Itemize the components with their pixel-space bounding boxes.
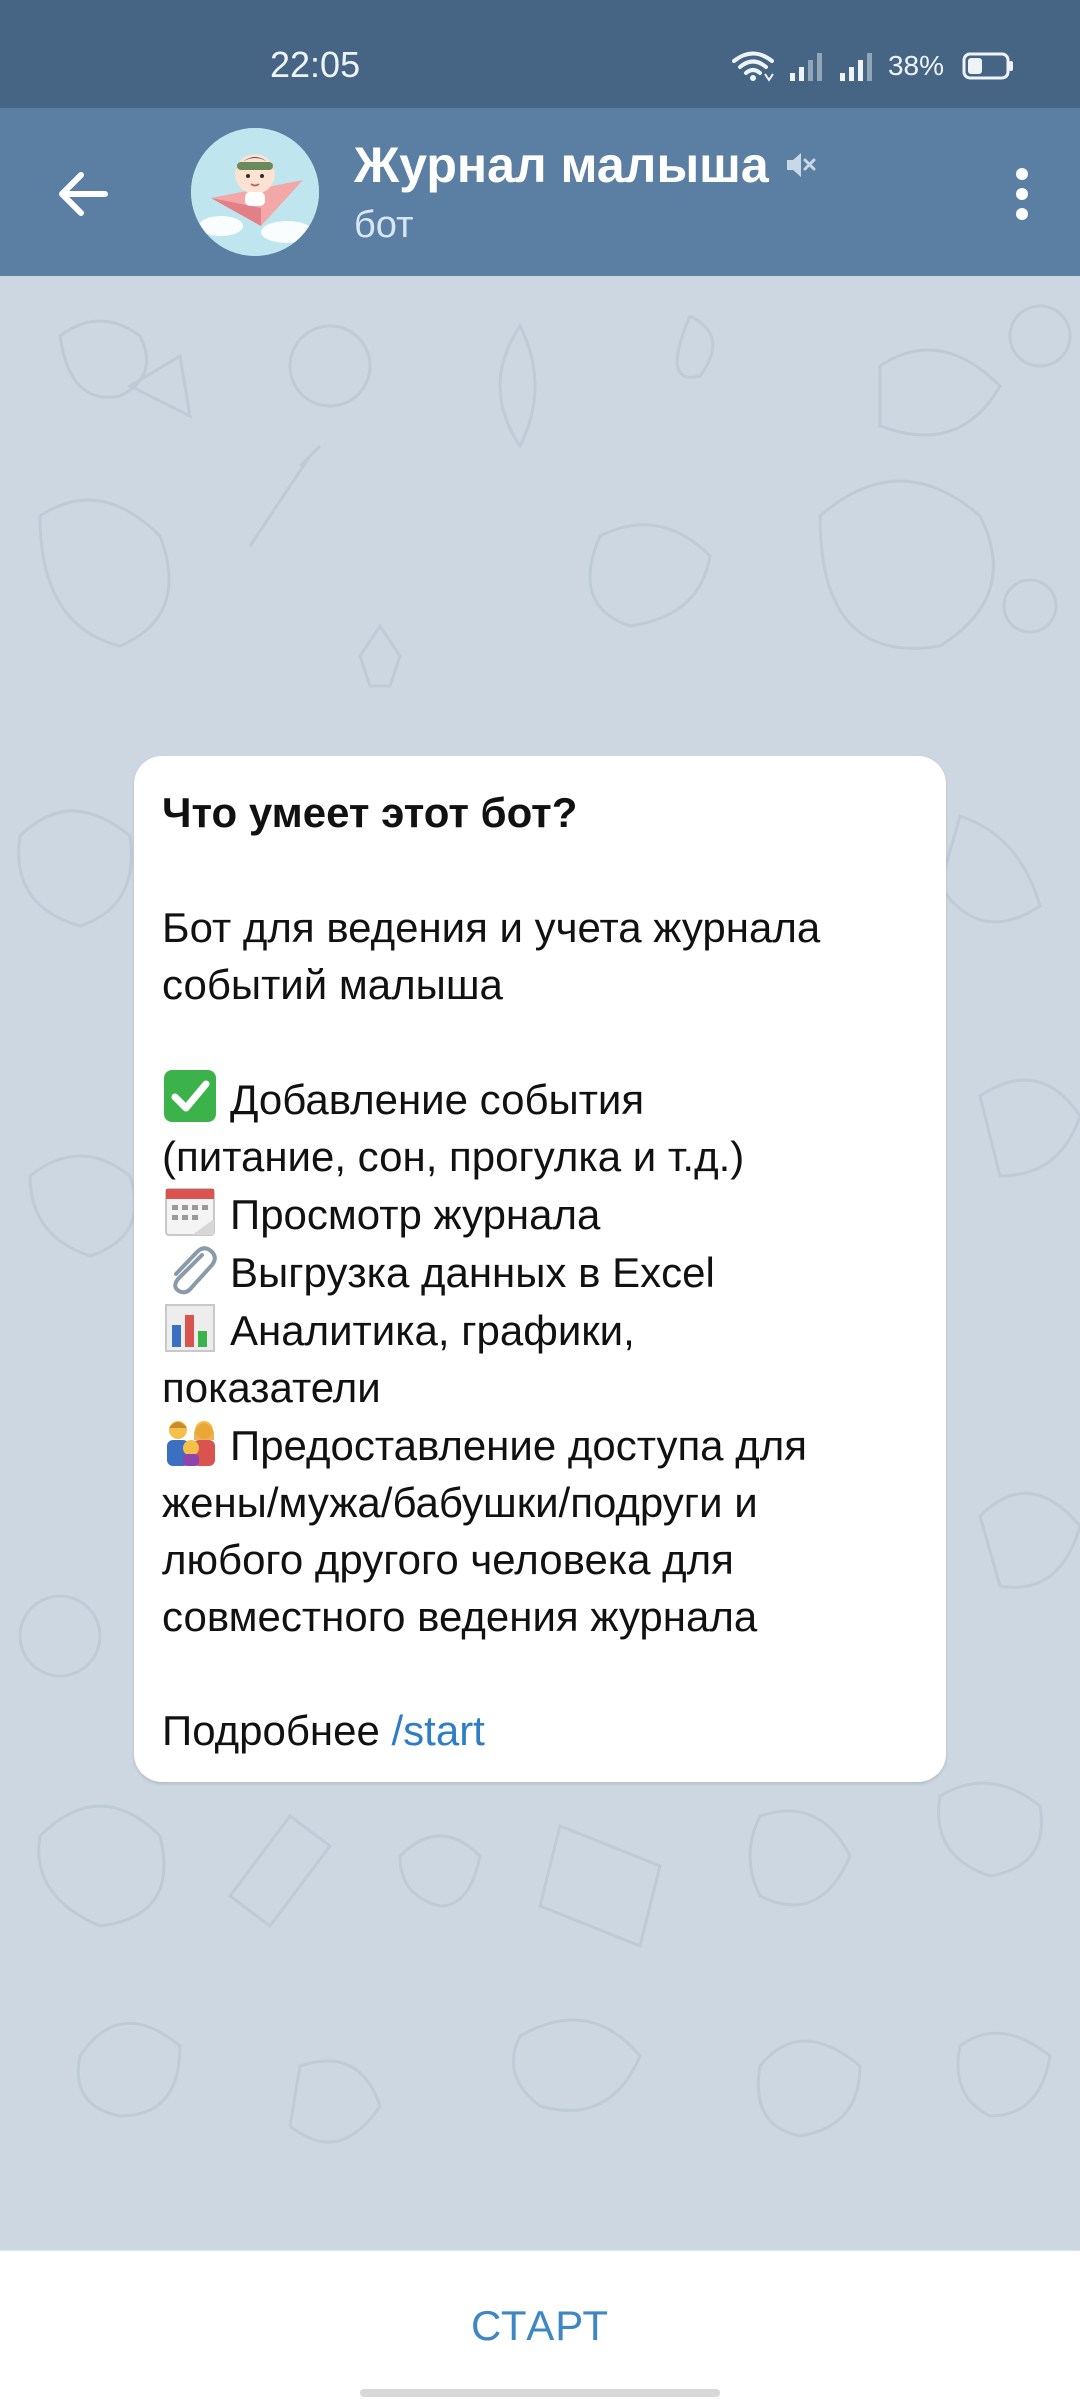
feature-analytics: Аналитика, графики, [162, 1301, 918, 1359]
chat-header: Журнал малыша бот [0, 108, 1080, 276]
wifi-icon [731, 50, 774, 82]
chat-subtitle: бот [354, 204, 414, 246]
chat-title: Журнал малыша [354, 136, 817, 194]
status-time: 22:05 [270, 44, 361, 85]
battery-percent: 38% [887, 50, 944, 81]
feature-add-event: Добавление события [162, 1070, 918, 1128]
feature-share-access-detail: жены/мужа/бабушки/подруги и [162, 1479, 758, 1526]
paperclip-icon [173, 1246, 217, 1295]
back-button[interactable] [40, 152, 124, 236]
signal-icon [788, 51, 824, 81]
feature-add-event-detail: (питание, сон, прогулка и т.д.) [162, 1133, 745, 1180]
calendar-icon [165, 1188, 215, 1236]
feature-share-access-detail: совместного ведения журнала [162, 1593, 758, 1640]
feature-export-excel: Выгрузка данных в Excel [162, 1243, 918, 1301]
feature-share-access: Предоставление доступа для [162, 1416, 918, 1474]
family-icon [167, 1421, 215, 1466]
chat-title-block[interactable]: Журнал малыша бот [354, 136, 817, 247]
feature-analytics-text: Аналитика, графики, [230, 1307, 635, 1354]
feature-share-access-detail: любого другого человека для [162, 1536, 734, 1583]
card-intro-line: событий малыша [162, 961, 503, 1008]
signal-icon [838, 51, 874, 81]
bot-info-card: Что умеет этот бот? Бот для ведения и уч… [134, 756, 946, 1782]
bar-chart-icon [165, 1304, 215, 1352]
feature-add-event-text: Добавление события [230, 1076, 645, 1123]
more-info-label: Подробнее [162, 1707, 380, 1754]
status-icons: 38% [731, 46, 1014, 86]
home-indicator[interactable] [360, 2389, 720, 2397]
feature-view-journal-text: Просмотр журнала [230, 1191, 601, 1238]
feature-analytics-detail: показатели [162, 1364, 381, 1411]
start-command-link[interactable]: /start [392, 1707, 485, 1754]
chat-title-text: Журнал малыша [354, 137, 769, 193]
battery-icon [962, 51, 1014, 81]
more-options-button[interactable] [982, 152, 1062, 236]
card-heading: Что умеет этот бот? [162, 789, 578, 836]
status-bar: 22:05 38% [0, 0, 1080, 108]
more-vertical-icon [1016, 168, 1028, 220]
arrow-left-icon [59, 172, 108, 216]
bot-avatar[interactable] [191, 128, 319, 256]
more-info-line: Подробнее /start [162, 1702, 918, 1759]
speaker-muted-icon [786, 153, 816, 177]
start-button[interactable]: СТАРТ [0, 2251, 1080, 2400]
feature-view-journal: Просмотр журнала [162, 1185, 918, 1243]
check-mark-icon [164, 1070, 216, 1122]
card-intro-line: Бот для ведения и учета журнала [162, 904, 821, 951]
feature-export-excel-text: Выгрузка данных в Excel [230, 1249, 715, 1296]
feature-share-access-text: Предоставление доступа для [230, 1422, 807, 1469]
bottom-bar: СТАРТ [0, 2250, 1080, 2400]
